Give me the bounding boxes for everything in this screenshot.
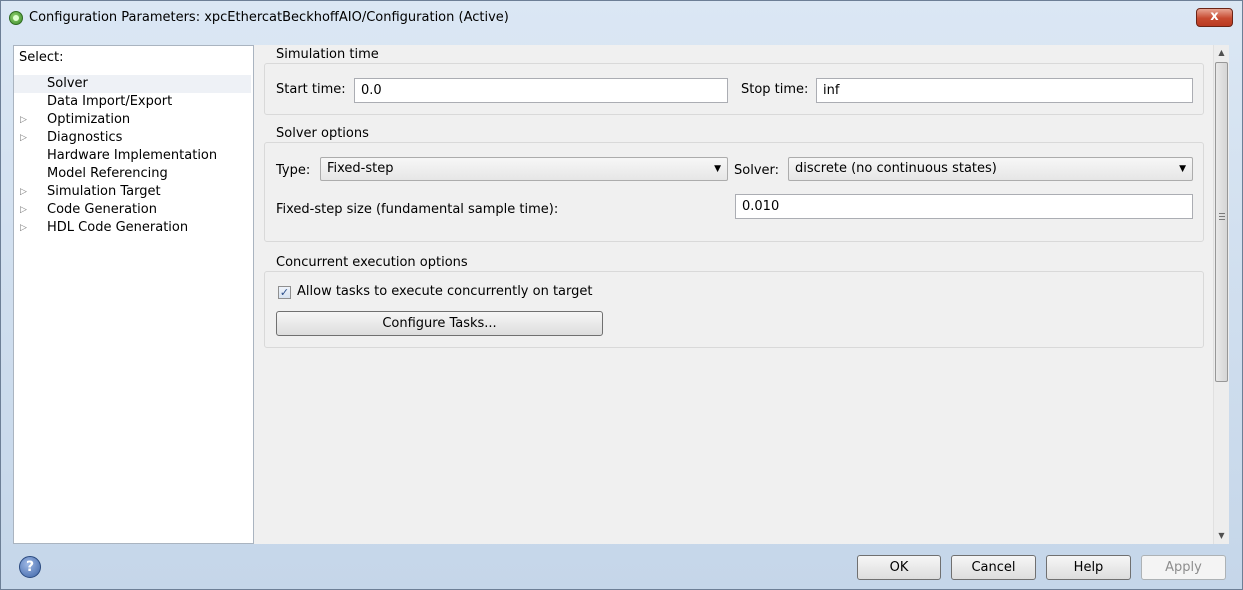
vertical-scrollbar[interactable]: ▲ ▼: [1213, 45, 1229, 544]
settings-panel: Simulation time Start time: 0.0 Stop tim…: [254, 45, 1213, 544]
matlab-app-icon: [9, 11, 23, 25]
solver-dropdown-value: discrete (no continuous states): [795, 161, 997, 176]
tree-item-code-generation[interactable]: ▷ Code Generation: [14, 201, 251, 219]
solver-options-title: Solver options: [276, 126, 369, 141]
solver-label: Solver:: [734, 163, 780, 178]
help-button[interactable]: Help: [1046, 555, 1131, 580]
grip-icon: [1219, 213, 1225, 220]
expand-arrow-icon[interactable]: ▷: [20, 111, 27, 129]
scroll-down-icon[interactable]: ▼: [1214, 528, 1229, 544]
simulation-time-title: Simulation time: [276, 47, 379, 62]
tree-item-data-import-export[interactable]: Data Import/Export: [14, 93, 251, 111]
start-time-input[interactable]: 0.0: [354, 78, 728, 103]
tree-item-label: Solver: [47, 76, 88, 91]
tree-item-label: Diagnostics: [47, 130, 123, 145]
type-dropdown-value: Fixed-step: [327, 161, 394, 176]
tree-header: Select:: [19, 50, 64, 65]
tree-item-label: Hardware Implementation: [47, 148, 218, 163]
fixed-step-size-label: Fixed-step size (fundamental sample time…: [276, 202, 559, 217]
ok-button[interactable]: OK: [857, 555, 941, 580]
category-tree: Select: Solver Data Import/Export ▷ Opti…: [13, 45, 254, 544]
tree-item-label: Data Import/Export: [47, 94, 173, 109]
tree-item-optimization[interactable]: ▷ Optimization: [14, 111, 251, 129]
chevron-down-icon: ▼: [1179, 164, 1186, 174]
fixed-step-size-input[interactable]: 0.010: [735, 194, 1193, 219]
tree-item-hdl-code-generation[interactable]: ▷ HDL Code Generation: [14, 219, 251, 237]
tree-item-diagnostics[interactable]: ▷ Diagnostics: [14, 129, 251, 147]
help-icon[interactable]: ?: [19, 556, 41, 578]
apply-button[interactable]: Apply: [1141, 555, 1226, 580]
scrollbar-thumb[interactable]: [1215, 62, 1228, 382]
chevron-down-icon: ▼: [714, 164, 721, 174]
title-bar: Configuration Parameters: xpcEthercatBec…: [1, 1, 1242, 35]
configure-tasks-button[interactable]: Configure Tasks...: [276, 311, 603, 336]
tree-item-model-referencing[interactable]: Model Referencing: [14, 165, 251, 183]
cancel-button[interactable]: Cancel: [951, 555, 1036, 580]
stop-time-label: Stop time:: [741, 82, 809, 97]
start-time-label: Start time:: [276, 82, 346, 97]
window-title: Configuration Parameters: xpcEthercatBec…: [29, 10, 509, 25]
type-label: Type:: [276, 163, 311, 178]
tree-item-solver[interactable]: Solver: [14, 75, 251, 93]
expand-arrow-icon[interactable]: ▷: [20, 201, 27, 219]
allow-concurrent-checkbox[interactable]: ✓: [278, 286, 291, 299]
solver-dropdown[interactable]: discrete (no continuous states) ▼: [788, 157, 1193, 181]
tree-item-hardware-implementation[interactable]: Hardware Implementation: [14, 147, 251, 165]
allow-concurrent-label: Allow tasks to execute concurrently on t…: [297, 284, 593, 299]
tree-item-label: HDL Code Generation: [47, 220, 189, 235]
tree-item-simulation-target[interactable]: ▷ Simulation Target: [14, 183, 251, 201]
tree-item-label: Code Generation: [47, 202, 157, 217]
scroll-up-icon[interactable]: ▲: [1214, 45, 1229, 61]
close-button[interactable]: x: [1196, 8, 1233, 27]
type-dropdown[interactable]: Fixed-step ▼: [320, 157, 728, 181]
expand-arrow-icon[interactable]: ▷: [20, 129, 27, 147]
stop-time-input[interactable]: inf: [816, 78, 1193, 103]
tree-item-label: Model Referencing: [47, 166, 168, 181]
expand-arrow-icon[interactable]: ▷: [20, 219, 27, 237]
tree-item-label: Optimization: [47, 112, 131, 127]
concurrent-execution-title: Concurrent execution options: [276, 255, 468, 270]
tree-item-label: Simulation Target: [47, 184, 161, 199]
expand-arrow-icon[interactable]: ▷: [20, 183, 27, 201]
concurrent-execution-group: [264, 271, 1204, 348]
